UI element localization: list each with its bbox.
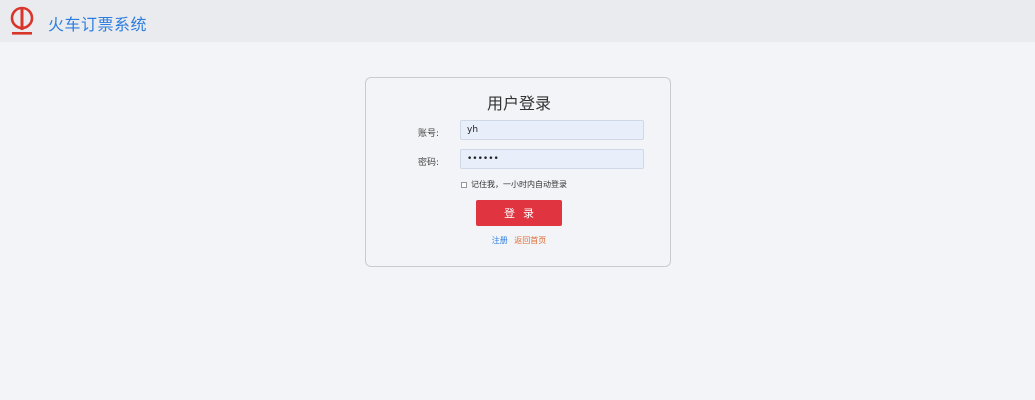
login-button[interactable]: 登录 bbox=[476, 200, 562, 226]
login-panel: 用户登录 账号: 密码: 记住我，一小时内自动登录 登录 注册 返回首页 bbox=[365, 77, 671, 267]
remember-me[interactable]: 记住我，一小时内自动登录 bbox=[461, 179, 567, 190]
login-title: 用户登录 bbox=[486, 94, 551, 113]
login-links: 注册 返回首页 bbox=[366, 235, 672, 246]
railway-logo-icon[interactable] bbox=[8, 6, 36, 36]
account-label: 账号: bbox=[418, 129, 440, 139]
remember-checkbox[interactable] bbox=[461, 181, 467, 188]
top-header: 火车订票系统 bbox=[0, 0, 1035, 42]
register-link[interactable]: 注册 bbox=[492, 236, 508, 245]
remember-label: 记住我，一小时内自动登录 bbox=[471, 180, 567, 189]
app-title[interactable]: 火车订票系统 bbox=[48, 11, 147, 35]
home-link[interactable]: 返回首页 bbox=[514, 236, 546, 245]
password-input[interactable] bbox=[460, 149, 644, 169]
account-input[interactable] bbox=[460, 120, 644, 140]
password-label: 密码: bbox=[418, 158, 440, 168]
